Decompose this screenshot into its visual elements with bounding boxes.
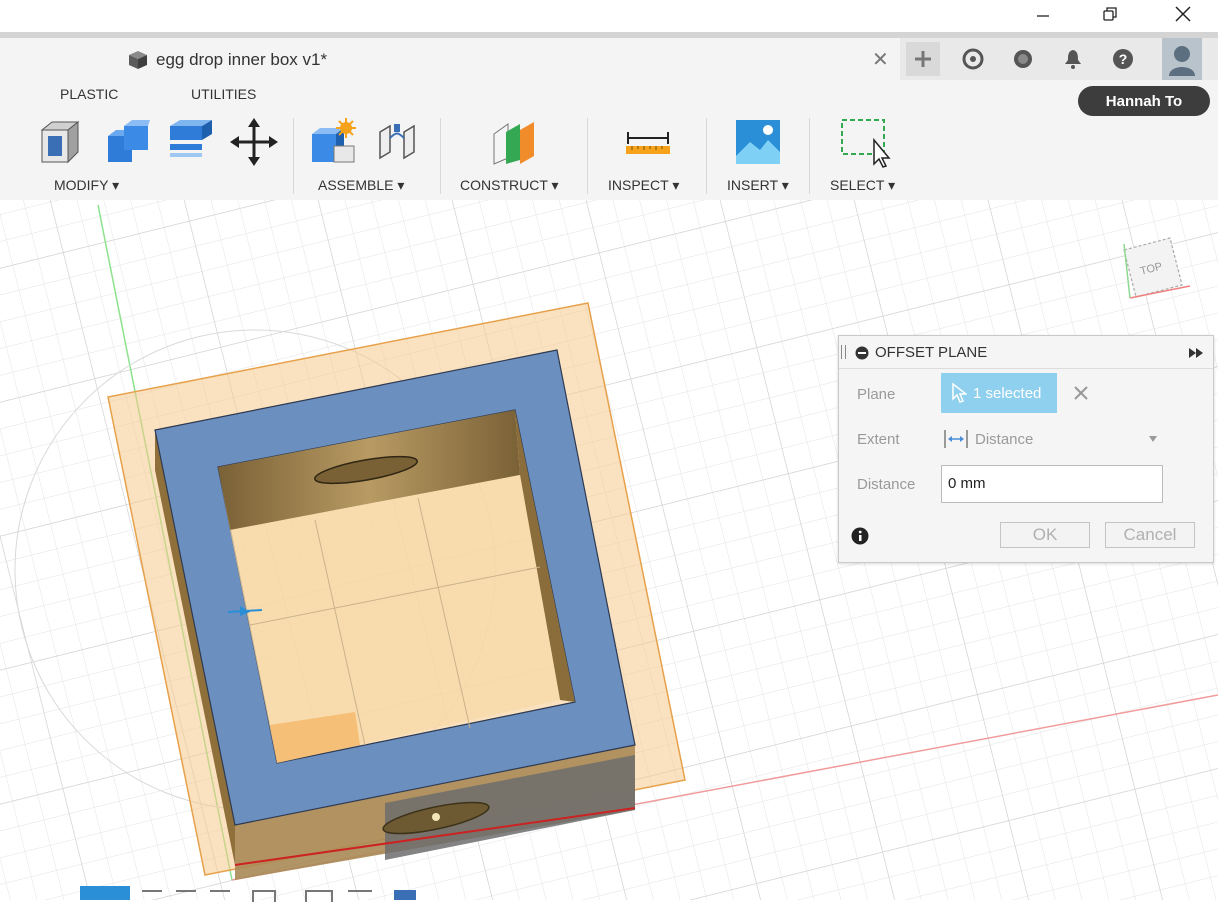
inspect-menu[interactable]: INSPECT ▾ [608,177,679,194]
help-button[interactable]: ? [1106,42,1140,76]
separator [706,118,707,194]
document-title: egg drop inner box v1* [126,49,327,71]
notifications-icon [1065,50,1081,69]
tab-plastic[interactable]: PLASTIC [60,86,118,102]
info-icon[interactable] [851,527,869,545]
tab-utilities[interactable]: UTILITIES [191,86,256,102]
minimize-icon [1037,15,1049,17]
shell-tool[interactable] [36,118,82,164]
minimize-button[interactable] [1020,0,1066,28]
construct-menu[interactable]: CONSTRUCT ▾ [460,177,559,194]
notifications-button[interactable] [1056,42,1090,76]
new-tab-button[interactable] [906,42,940,76]
dialog-title: OFFSET PLANE [875,344,988,361]
construct-plane-icon [493,122,534,165]
job-status-button[interactable] [1006,42,1040,76]
assemble-menu[interactable]: ASSEMBLE ▾ [318,177,404,194]
collapse-icon[interactable] [855,346,869,360]
display-settings-button[interactable] [305,890,333,902]
close-window-button[interactable] [1160,0,1206,28]
window-select-icon [841,119,891,168]
combine-icon [108,120,150,162]
extent-dropdown[interactable]: Distance [943,424,1163,454]
plane-selection-button[interactable]: 1 selected [941,373,1057,413]
window-titlebar [0,0,1218,32]
dialog-header: OFFSET PLANE [839,336,1213,369]
extent-value: Distance [975,430,1034,448]
extent-label: Extent [857,431,900,448]
fit-button[interactable] [252,890,276,902]
offset-face-tool[interactable] [166,118,212,164]
user-avatar-icon [1169,46,1195,76]
document-tab[interactable]: egg drop inner box v1* ✕ [0,38,900,80]
front-hole-center [432,813,440,821]
chevron-down-icon [1149,436,1157,442]
offset-plane-dialog: OFFSET PLANE Plane 1 selected Extent Dis… [838,335,1214,563]
add-icon [915,51,931,67]
plane-label: Plane [857,386,896,403]
cursor-arrow-icon [952,383,967,403]
modify-menu[interactable]: MODIFY ▾ [54,177,119,194]
close-icon [1175,6,1191,22]
cancel-button[interactable]: Cancel [1105,522,1195,548]
move-copy-tool[interactable] [230,118,278,166]
toolbar: PLASTIC UTILITIES Hannah To MODIFY ▾ ASS… [0,80,1218,201]
fast-forward-icon[interactable] [1189,347,1205,359]
separator [293,118,294,194]
zoom-button[interactable] [210,890,230,902]
grid-settings-button[interactable] [348,890,372,902]
construct-plane-tool[interactable] [490,118,536,165]
pan-button[interactable] [176,890,196,902]
document-tab-strip: egg drop inner box v1* ✕ ? [0,32,1218,80]
measure-icon [626,132,670,154]
combine-tool[interactable] [104,118,150,164]
look-at-button[interactable] [142,890,162,902]
image-icon [736,120,780,164]
new-component-tool[interactable] [310,118,356,164]
insert-image-tool[interactable] [734,118,780,164]
new-component-icon [312,118,356,163]
joint-tool[interactable] [374,118,420,164]
viewports-button[interactable] [394,890,416,900]
close-tab-button[interactable]: ✕ [872,47,889,72]
offset-face-icon [170,120,212,157]
joint-icon [379,124,415,160]
select-menu[interactable]: SELECT ▾ [830,177,895,194]
component-icon [129,51,147,69]
press-pull-tool[interactable] [0,118,20,164]
extensions-button[interactable] [956,42,990,76]
help-icon: ? [1113,49,1133,69]
move-icon [230,118,278,166]
separator [587,118,588,194]
job-status-icon [1014,50,1032,68]
navigation-bar [80,886,440,902]
insert-menu[interactable]: INSERT ▾ [727,177,789,194]
ok-button[interactable]: OK [1000,522,1090,548]
orbit-tool-button[interactable] [80,886,130,900]
drag-handle[interactable] [841,345,846,359]
restore-icon [1103,7,1117,21]
document-title-text: egg drop inner box v1* [156,50,328,69]
measure-tool[interactable] [624,118,670,164]
distance-extent-icon [944,430,968,448]
shell-icon [40,120,80,164]
window-select-tool[interactable] [838,118,891,168]
extensions-icon [962,48,984,70]
distance-label: Distance [857,476,916,493]
restore-button[interactable] [1087,0,1133,28]
separator [440,118,441,194]
distance-input[interactable]: 0 mm [941,465,1163,503]
user-name-badge[interactable]: Hannah To [1078,86,1210,116]
avatar[interactable] [1162,38,1202,80]
clear-selection-icon[interactable] [1073,385,1089,401]
press-pull-icon [0,118,20,164]
svg-text:?: ? [1119,51,1128,67]
separator [809,118,810,194]
plane-selection-value: 1 selected [973,384,1042,402]
